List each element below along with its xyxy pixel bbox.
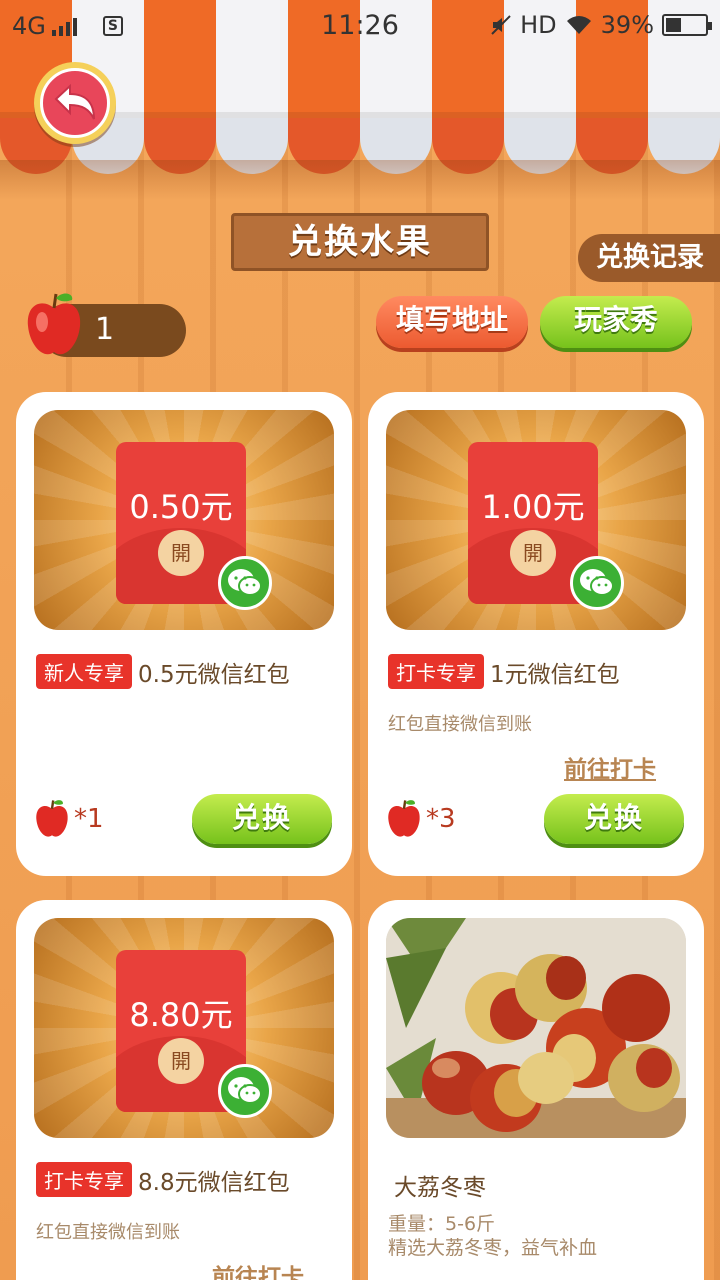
back-arrow-icon [54, 83, 95, 120]
product-name: 大荔冬枣 [394, 1175, 486, 1201]
hd-label: HD [520, 11, 557, 39]
wechat-icon [218, 1064, 272, 1118]
product-card[interactable]: 0.50元 開 新人专享 0.5元微信红包 *1 兑换 [16, 392, 352, 876]
mute-icon [491, 15, 511, 35]
battery-icon [662, 14, 712, 36]
product-description: 重量：5-6斤 精选大荔冬枣，益气补血 [388, 1212, 597, 1260]
product-title: 打卡专享 1元微信红包 [388, 654, 620, 689]
tag-badge: 打卡专享 [388, 654, 484, 689]
page-title: 兑换水果 [231, 213, 489, 271]
product-title: 新人专享 0.5元微信红包 [36, 654, 290, 689]
apple-icon [388, 800, 420, 837]
wechat-icon [570, 556, 624, 610]
status-bar: 4G S 11:26 HD 39% [0, 0, 720, 50]
open-seal: 開 [158, 1038, 204, 1084]
product-description: 红包直接微信到账 [388, 714, 532, 735]
product-weight: 重量：5-6斤 [388, 1213, 496, 1235]
cost-value: *3 [426, 804, 456, 834]
exchange-records-button[interactable]: 兑换记录 [578, 234, 720, 282]
product-card[interactable]: 1.00元 開 打卡专享 1元微信红包 红包直接微信到账 前往打卡 *3 兑换 [368, 392, 704, 876]
red-packet-image: 0.50元 開 [34, 410, 334, 630]
tag-badge: 新人专享 [36, 654, 132, 689]
back-button[interactable] [34, 62, 116, 144]
cost: *1 [34, 798, 104, 840]
product-name: 0.5元微信红包 [138, 661, 290, 688]
product-card[interactable]: 8.80元 開 打卡专享 8.8元微信红包 红包直接微信到账 前往打卡 [16, 900, 352, 1280]
fill-address-button[interactable]: 填写地址 [376, 296, 528, 348]
jujube-image [386, 918, 686, 1138]
exchange-button[interactable]: 兑换 [544, 794, 684, 844]
product-description: 红包直接微信到账 [36, 1222, 180, 1243]
red-packet-amount: 1.00元 [481, 488, 585, 526]
cost: *3 [386, 798, 456, 840]
player-show-button[interactable]: 玩家秀 [540, 296, 692, 348]
wechat-icon [218, 556, 272, 610]
cost-value: *1 [74, 804, 104, 834]
apple-icon [36, 800, 68, 837]
red-packet-amount: 0.50元 [129, 488, 233, 526]
red-packet-image: 1.00元 開 [386, 410, 686, 630]
battery-percent: 39% [600, 11, 654, 39]
wifi-icon [566, 16, 591, 34]
red-packet-amount: 8.80元 [129, 996, 233, 1034]
product-subtitle: 精选大荔冬枣，益气补血 [388, 1237, 598, 1259]
goto-checkin-link[interactable]: 前往打卡 [212, 1258, 304, 1280]
open-seal: 開 [510, 530, 556, 576]
tag-badge: 打卡专享 [36, 1162, 132, 1197]
apple-icon [27, 293, 81, 355]
product-card[interactable]: 大荔冬枣 重量：5-6斤 精选大荔冬枣，益气补血 [368, 900, 704, 1280]
open-seal: 開 [158, 530, 204, 576]
exchange-button[interactable]: 兑换 [192, 794, 332, 844]
red-packet-image: 8.80元 開 [34, 918, 334, 1138]
product-name: 1元微信红包 [490, 661, 620, 688]
product-name: 8.8元微信红包 [138, 1169, 290, 1196]
goto-checkin-link[interactable]: 前往打卡 [564, 750, 656, 784]
product-title: 打卡专享 8.8元微信红包 [36, 1162, 290, 1197]
fruit-count: 1 [95, 312, 115, 347]
